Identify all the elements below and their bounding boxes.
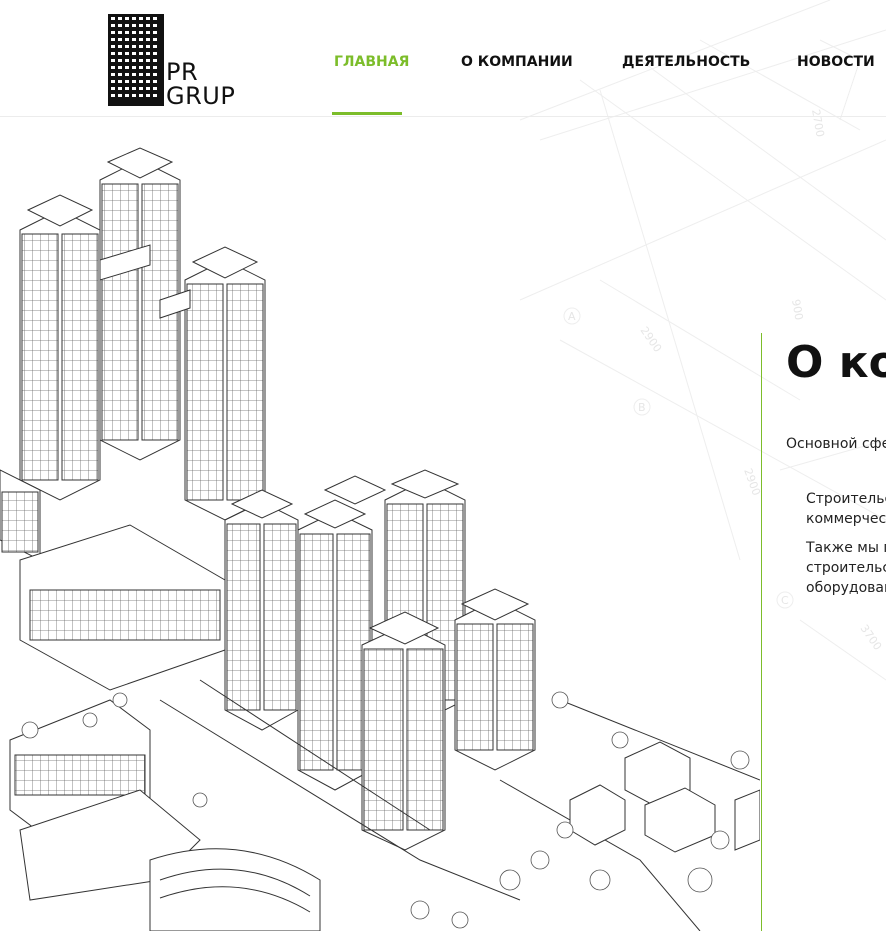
nav-item-news[interactable]: НОВОСТИ [797,54,875,70]
nav-item-about[interactable]: О КОМПАНИИ [461,54,573,70]
brand-line-2: GRUP [166,82,236,110]
about-paragraph-line: оборудован [806,580,886,596]
building-logo-icon [108,14,164,106]
city-illustration [0,147,760,931]
nav-item-activity[interactable]: ДЕЯТЕЛЬНОСТЬ [622,54,750,70]
about-paragraph-line: строительст [806,560,886,576]
about-paragraph-line: Также мы го [806,540,886,556]
section-divider [761,333,762,931]
nav-item-home[interactable]: ГЛАВНАЯ [334,54,409,70]
about-paragraph-line: коммерческ [806,511,886,527]
about-paragraph: Строительст коммерческ [806,489,886,529]
about-lead-text: Основной сфе [786,436,886,452]
about-paragraph: Также мы го строительст оборудован [806,538,886,598]
drawing-mark: C [781,594,789,607]
about-title: О ко [786,337,886,388]
logo[interactable]: PR GRUP [108,14,248,108]
nav-active-indicator [332,112,402,115]
about-paragraph-line: Строительст [806,491,886,507]
brand-name: PR GRUP [166,60,235,108]
drawing-mark: 3700 [858,622,885,652]
site-header: PR GRUP ГЛАВНАЯ О КОМПАНИИ ДЕЯТЕЛЬНОСТЬ … [0,0,886,117]
brand-line-1: PR [166,58,199,86]
drawing-mark: 900 [789,298,805,321]
